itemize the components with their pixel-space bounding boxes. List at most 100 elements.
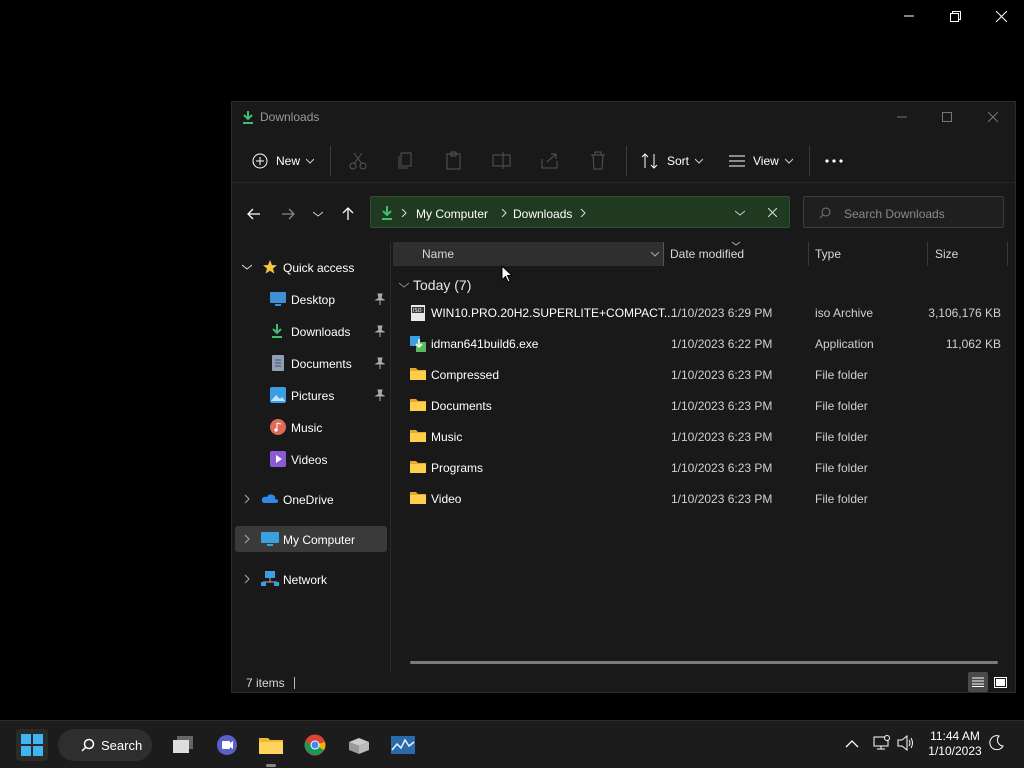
details-view-button[interactable] <box>968 672 988 692</box>
rename-icon[interactable] <box>491 150 513 172</box>
sidebar-item-pictures[interactable]: Pictures <box>232 382 387 408</box>
cloud-icon <box>261 494 279 503</box>
preview-view-button[interactable] <box>990 672 1010 692</box>
column-divider[interactable] <box>1007 242 1008 266</box>
forward-button[interactable] <box>276 202 300 226</box>
pin-icon[interactable] <box>373 357 385 369</box>
back-button[interactable] <box>242 202 266 226</box>
new-button[interactable]: New <box>252 146 316 176</box>
notifications-button[interactable] <box>988 735 1008 755</box>
pane-divider <box>390 242 391 672</box>
pin-icon[interactable] <box>373 293 385 305</box>
search-placeholder: Search Downloads <box>844 207 945 221</box>
clock[interactable]: 11:44 AM 1/10/2023 <box>926 729 984 759</box>
file-type: Application <box>815 337 874 351</box>
up-button[interactable] <box>336 202 360 226</box>
search-icon <box>819 207 831 219</box>
file-date: 1/10/2023 6:23 PM <box>671 492 773 506</box>
mouse-cursor-icon <box>501 265 513 283</box>
copy-icon[interactable] <box>395 150 417 172</box>
chevron-down-icon <box>242 264 252 270</box>
sidebar-item-quick-access[interactable]: Quick access <box>232 254 387 280</box>
file-explorer-icon <box>259 738 283 754</box>
sidebar-item-label: Music <box>291 421 323 435</box>
folder-icon <box>410 491 426 507</box>
address-bar[interactable]: My Computer Downloads <box>370 196 790 228</box>
delete-icon[interactable] <box>587 150 609 172</box>
sidebar-item-downloads[interactable]: Downloads <box>232 318 387 344</box>
outer-close-button[interactable] <box>978 0 1024 32</box>
see-more-button[interactable] <box>822 146 846 176</box>
chrome-button[interactable] <box>299 729 331 761</box>
pin-icon[interactable] <box>373 389 385 401</box>
outer-restore-button[interactable] <box>932 0 978 32</box>
installer-app-button[interactable] <box>343 729 375 761</box>
column-header-name[interactable]: Name <box>393 242 663 266</box>
task-view-button[interactable] <box>167 729 199 761</box>
large-icons-view-icon <box>993 676 1007 688</box>
sidebar-item-desktop[interactable]: Desktop <box>232 286 387 312</box>
show-hidden-icons-button[interactable] <box>845 737 861 753</box>
pin-icon[interactable] <box>373 325 385 337</box>
close-button[interactable] <box>970 102 1016 132</box>
share-icon[interactable] <box>539 150 561 172</box>
column-header-type[interactable]: Type <box>809 242 927 266</box>
file-row[interactable]: Documents 1/10/2023 6:23 PM File folder <box>402 391 1007 421</box>
chevron-down-icon[interactable] <box>735 210 745 216</box>
search-box[interactable]: Search Downloads <box>803 196 1004 228</box>
group-header-today[interactable]: Today (7) <box>397 276 657 296</box>
paste-icon[interactable] <box>443 150 465 172</box>
windows-logo-icon <box>21 734 43 756</box>
teams-button[interactable] <box>211 729 243 761</box>
network-tray-button[interactable] <box>872 735 892 755</box>
file-date: 1/10/2023 6:23 PM <box>671 399 773 413</box>
clock-date: 1/10/2023 <box>928 744 982 758</box>
file-name: Programs <box>431 461 484 475</box>
volume-button[interactable] <box>897 734 917 755</box>
file-row[interactable]: Programs 1/10/2023 6:23 PM File folder <box>402 453 1007 483</box>
sidebar-item-documents[interactable]: Documents <box>232 350 387 376</box>
horizontal-scrollbar[interactable] <box>410 661 998 664</box>
breadcrumb-my-computer[interactable]: My Computer <box>416 207 488 221</box>
music-icon <box>270 419 286 435</box>
file-row[interactable]: ISO WIN10.PRO.20H2.SUPERLITE+COMPACT.... 1… <box>402 298 1007 328</box>
sidebar-item-videos[interactable]: Videos <box>232 446 387 472</box>
navigation-pane: Quick access Desktop Downloads Documents… <box>232 244 390 674</box>
file-date: 1/10/2023 6:23 PM <box>671 368 773 382</box>
minimize-button[interactable] <box>879 102 925 132</box>
file-row[interactable]: Video 1/10/2023 6:23 PM File folder <box>402 484 1007 514</box>
file-row[interactable]: Compressed 1/10/2023 6:23 PM File folder <box>402 360 1007 390</box>
new-label: New <box>276 154 301 168</box>
teams-chat-icon <box>217 735 237 755</box>
taskbar: Search 11:44 AM 1/10/2023 <box>0 720 1024 768</box>
desktop-icon <box>270 292 286 306</box>
maximize-button[interactable] <box>924 102 970 132</box>
sidebar-item-my-computer[interactable]: My Computer <box>235 526 387 552</box>
file-row[interactable]: Music 1/10/2023 6:23 PM File folder <box>402 422 1007 452</box>
performance-monitor-button[interactable] <box>387 729 419 761</box>
chevron-right-icon <box>244 494 250 504</box>
start-button[interactable] <box>16 729 48 761</box>
chevron-down-icon[interactable] <box>651 251 659 257</box>
column-header-date-modified[interactable]: Date modified <box>664 241 808 266</box>
cut-icon[interactable] <box>347 150 369 172</box>
column-header-label: Size <box>935 247 959 261</box>
taskbar-search-button[interactable]: Search <box>58 729 152 761</box>
file-name: Music <box>431 430 463 444</box>
column-header-size[interactable]: Size <box>928 242 1008 266</box>
sidebar-item-label: Desktop <box>291 293 336 307</box>
sort-button[interactable]: Sort <box>641 146 707 176</box>
minimize-icon <box>904 15 914 17</box>
sidebar-item-network[interactable]: Network <box>232 566 387 592</box>
close-icon[interactable] <box>768 208 777 217</box>
file-explorer-taskbar-button[interactable] <box>255 729 287 761</box>
chevron-right-icon <box>244 534 250 544</box>
sidebar-item-music[interactable]: Music <box>232 414 387 440</box>
file-row[interactable]: idman641build6.exe 1/10/2023 6:22 PM Appli… <box>402 329 1007 359</box>
view-button[interactable]: View <box>729 146 797 176</box>
recent-locations-button[interactable] <box>306 202 330 226</box>
chrome-icon <box>304 734 326 756</box>
sidebar-item-onedrive[interactable]: OneDrive <box>232 486 387 512</box>
breadcrumb-downloads[interactable]: Downloads <box>513 207 572 221</box>
outer-minimize-button[interactable] <box>886 0 932 32</box>
